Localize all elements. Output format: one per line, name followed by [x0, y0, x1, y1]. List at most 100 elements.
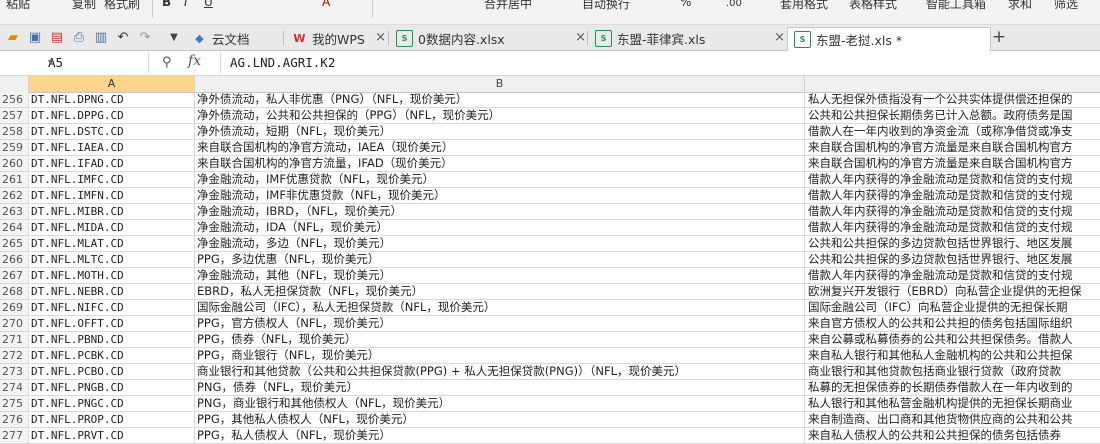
- cell-a[interactable]: DT.NFL.OFFT.CD: [29, 316, 195, 331]
- tab-cloud-docs[interactable]: ◆ 云文档: [186, 27, 288, 49]
- table-style-button[interactable]: 表格样式: [849, 0, 897, 12]
- cell-b[interactable]: PPG，债券（NFL，现价美元）: [195, 332, 805, 347]
- open-folder-icon[interactable]: ▰: [4, 28, 22, 46]
- cell-c[interactable]: 来自私人银行和其他私人金融机构的公共和公共担保: [805, 348, 1100, 363]
- cell-c[interactable]: 私人银行和其他私营金融机构提供的无担保长期商业: [805, 396, 1100, 411]
- cell-c[interactable]: 国际金融公司（IFC）向私营企业提供的无担保长期: [805, 300, 1100, 315]
- row-number[interactable]: 271: [0, 332, 29, 347]
- row-number[interactable]: 263: [0, 204, 29, 219]
- cell-a[interactable]: DT.NFL.NIFC.CD: [29, 300, 195, 315]
- cell-b[interactable]: PPG，私人债权人（NFL，现价美元）: [195, 428, 805, 443]
- cell-c[interactable]: 借款人年内获得的净金融流动是贷款和信贷的支付规: [805, 204, 1100, 219]
- cell-c[interactable]: 来自公募或私募债券的公共和公共担保债务。借款人: [805, 332, 1100, 347]
- cell-b[interactable]: 净外债流动，公共和公共担保的（PPG）（NFL，现价美元）: [195, 108, 805, 123]
- row-number[interactable]: 275: [0, 396, 29, 411]
- cell-b[interactable]: EBRD，私人无担保贷款（NFL，现价美元）: [195, 284, 805, 299]
- cell-a[interactable]: DT.NFL.DPNG.CD: [29, 92, 195, 107]
- sum-button[interactable]: 求和: [1008, 0, 1032, 12]
- row-number[interactable]: 264: [0, 220, 29, 235]
- cell-b[interactable]: PNG，债券（NFL，现价美元）: [195, 380, 805, 395]
- decimal-button[interactable]: .00: [726, 0, 742, 9]
- formula-input[interactable]: AG.LND.AGRI.K2: [230, 55, 335, 70]
- cell-a[interactable]: DT.NFL.MLAT.CD: [29, 236, 195, 251]
- row-number[interactable]: 266: [0, 252, 29, 267]
- cell-a[interactable]: DT.NFL.PNGB.CD: [29, 380, 195, 395]
- row-number[interactable]: 258: [0, 124, 29, 139]
- save-icon[interactable]: ▣: [26, 28, 44, 46]
- cell-b[interactable]: PPG，官方债权人（NFL，现价美元）: [195, 316, 805, 331]
- cell-b[interactable]: 净金融流动，IDA（NFL，现价美元）: [195, 220, 805, 235]
- cell-c[interactable]: 来自官方债权人的公共和公共担的债务包括国际组织: [805, 316, 1100, 331]
- cell-c[interactable]: 公共和公共担保的多边贷款包括世界银行、地区发展: [805, 236, 1100, 251]
- cell-c[interactable]: 借款人年内获得的净金融流动是贷款和信贷的支付规: [805, 172, 1100, 187]
- name-box[interactable]: A5 ▼: [0, 53, 149, 73]
- cell-a[interactable]: DT.NFL.IAEA.CD: [29, 140, 195, 155]
- row-number[interactable]: 261: [0, 172, 29, 187]
- row-number[interactable]: 267: [0, 268, 29, 283]
- chevron-down-icon[interactable]: ▼: [165, 28, 183, 46]
- format-painter-button[interactable]: 格式刷: [104, 0, 140, 12]
- row-number[interactable]: 259: [0, 140, 29, 155]
- tab-asean-philippines[interactable]: S 东盟-菲律宾.xls ×: [589, 27, 791, 49]
- row-number[interactable]: 269: [0, 300, 29, 315]
- cell-b[interactable]: PNG，商业银行和其他债权人（NFL，现价美元）: [195, 396, 805, 411]
- merge-center-button[interactable]: 合并居中: [484, 0, 532, 12]
- column-header-b[interactable]: B: [195, 76, 805, 92]
- cell-a[interactable]: DT.NFL.PROP.CD: [29, 412, 195, 427]
- function-icon[interactable]: fx: [188, 53, 201, 69]
- cell-c[interactable]: 来自私人债权人的公共和公共担保的债务包括债券: [805, 428, 1100, 443]
- row-number[interactable]: 256: [0, 92, 29, 107]
- cell-b[interactable]: PPG，商业银行（NFL，现价美元）: [195, 348, 805, 363]
- italic-button[interactable]: I: [184, 0, 188, 9]
- chevron-down-icon[interactable]: ▼: [48, 53, 142, 73]
- cell-c[interactable]: 借款人年内获得的净金融流动是贷款和信贷的支付规: [805, 268, 1100, 283]
- cell-b[interactable]: 净外债流动，私人非优惠（PNG）（NFL，现价美元）: [195, 92, 805, 107]
- cell-b[interactable]: 国际金融公司（IFC），私人无担保贷款（NFL，现价美元）: [195, 300, 805, 315]
- cell-b[interactable]: PPG，其他私人债权人（NFL，现价美元）: [195, 412, 805, 427]
- row-number[interactable]: 276: [0, 412, 29, 427]
- row-number[interactable]: 274: [0, 380, 29, 395]
- cell-b[interactable]: 净金融流动，IMF非优惠贷款（NFL，现价美元）: [195, 188, 805, 203]
- cell-c[interactable]: 借款人年内获得的净金融流动是贷款和信贷的支付规: [805, 188, 1100, 203]
- tab-data-content[interactable]: S 0数据内容.xlsx ×: [390, 27, 592, 49]
- cell-a[interactable]: DT.NFL.IMFN.CD: [29, 188, 195, 203]
- cell-b[interactable]: 净外债流动，短期（NFL，现价美元）: [195, 124, 805, 139]
- row-number[interactable]: 260: [0, 156, 29, 171]
- cell-a[interactable]: DT.NFL.MIBR.CD: [29, 204, 195, 219]
- cell-b[interactable]: 净金融流动，其他（NFL，现价美元）: [195, 268, 805, 283]
- cell-a[interactable]: DT.NFL.PRVT.CD: [29, 428, 195, 443]
- tab-my-wps[interactable]: W 我的WPS ×: [286, 27, 392, 49]
- cell-a[interactable]: DT.NFL.IFAD.CD: [29, 156, 195, 171]
- undo-icon[interactable]: ↶: [114, 28, 132, 46]
- underline-button[interactable]: U: [204, 0, 213, 9]
- print-icon[interactable]: ⎙: [70, 28, 88, 46]
- paste-button[interactable]: 粘贴: [6, 0, 30, 12]
- cell-c[interactable]: 私人无担保外债指没有一个公共实体提供偿还担保的: [805, 92, 1100, 107]
- cell-c[interactable]: 公共和公共担保长期债务已计入总额。政府债务是国: [805, 108, 1100, 123]
- cell-c[interactable]: 来自制造商、出口商和其他货物供应商的公共和公共: [805, 412, 1100, 427]
- row-number[interactable]: 265: [0, 236, 29, 251]
- cell-b[interactable]: 净金融流动，IBRD，（NFL，现价美元）: [195, 204, 805, 219]
- cell-c[interactable]: 商业银行和其他贷款包括商业银行贷款（政府贷款: [805, 364, 1100, 379]
- cell-b[interactable]: 来自联合国机构的净官方流量，IFAD（现价美元）: [195, 156, 805, 171]
- close-icon[interactable]: ×: [575, 30, 586, 45]
- tab-asean-laos[interactable]: S 东盟-老挝.xls *: [787, 27, 991, 51]
- wrap-text-button[interactable]: 自动换行: [582, 0, 630, 12]
- cell-c[interactable]: 来自联合国机构的净官方流量是来自联合国机构官方: [805, 156, 1100, 171]
- cell-c[interactable]: 私募的无担保债券的长期债券借款人在一年内收到的: [805, 380, 1100, 395]
- cell-a[interactable]: DT.NFL.MOTH.CD: [29, 268, 195, 283]
- cell-a[interactable]: DT.NFL.PCBO.CD: [29, 364, 195, 379]
- cell-b[interactable]: 商业银行和其他贷款（公共和公共担保贷款(PPG) + 私人无担保贷款(PNG)）…: [195, 364, 805, 379]
- cell-b[interactable]: 净金融流动，IMF优惠贷款（NFL，现价美元）: [195, 172, 805, 187]
- export-pdf-icon[interactable]: ▤: [48, 28, 66, 46]
- filter-button[interactable]: 筛选: [1054, 0, 1078, 12]
- row-number[interactable]: 270: [0, 316, 29, 331]
- row-number[interactable]: 273: [0, 364, 29, 379]
- cell-c[interactable]: 借款人年内获得的净金融流动是贷款和信贷的支付规: [805, 220, 1100, 235]
- cell-a[interactable]: DT.NFL.DSTC.CD: [29, 124, 195, 139]
- column-header-c[interactable]: [805, 76, 1100, 92]
- cell-b[interactable]: PPG，多边优惠（NFL，现价美元）: [195, 252, 805, 267]
- row-number[interactable]: 272: [0, 348, 29, 363]
- redo-icon[interactable]: ↷: [136, 28, 154, 46]
- cell-c[interactable]: 来自联合国机构的净官方流量是来自联合国机构官方: [805, 140, 1100, 155]
